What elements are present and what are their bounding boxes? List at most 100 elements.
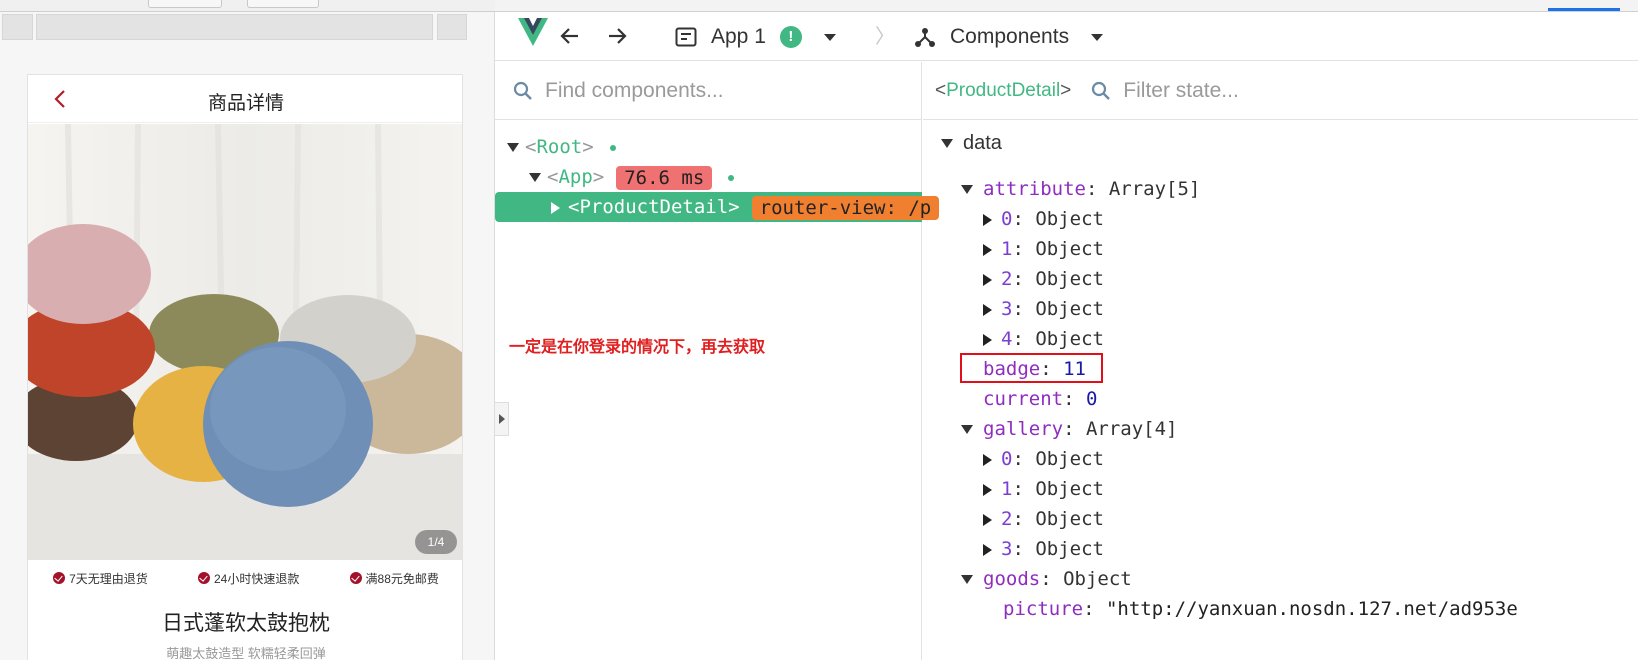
expand-triangle-icon[interactable] xyxy=(529,173,541,182)
product-image-carousel[interactable]: 1/4 xyxy=(28,124,462,560)
components-label: Components xyxy=(950,25,1070,48)
expand-triangle-icon[interactable] xyxy=(961,425,973,434)
mobile-preview-panel: 商品详情 1/4 7天无理由退货 24小时快速退款 满88元免邮费 日式蓬软太鼓… xyxy=(0,0,495,660)
state-row[interactable]: 3: Object xyxy=(983,294,1104,324)
collapsed-triangle-icon[interactable] xyxy=(983,333,992,346)
search-icon xyxy=(513,81,532,100)
phone-screen: 商品详情 1/4 7天无理由退货 24小时快速退款 满88元免邮费 日式蓬软太鼓… xyxy=(27,74,463,660)
device-ruler xyxy=(36,14,433,40)
app-selector[interactable]: App 1 ! xyxy=(675,24,836,50)
tree-node-label: ProductDetail xyxy=(579,196,729,218)
selected-component-breadcrumb: <ProductDetail> xyxy=(935,79,1072,101)
state-row[interactable]: 1: Object xyxy=(983,474,1104,504)
components-selector[interactable]: Components xyxy=(914,24,1104,50)
browser-toolbar-strip xyxy=(0,0,495,12)
collapsed-triangle-icon[interactable] xyxy=(983,273,992,286)
collapsed-triangle-icon[interactable] xyxy=(983,243,992,256)
back-button[interactable] xyxy=(558,24,582,48)
check-circle-icon xyxy=(197,572,210,584)
find-components-bar[interactable]: Find components... xyxy=(495,62,922,120)
render-time-badge: 76.6 ms xyxy=(616,165,713,190)
forward-button[interactable] xyxy=(605,24,629,48)
promise-item: 24小时快速退款 xyxy=(197,570,300,587)
filter-state-input[interactable]: Filter state... xyxy=(1123,79,1239,103)
product-photo xyxy=(28,124,462,560)
state-row[interactable]: 2: Object xyxy=(983,504,1104,534)
highlight-box-badge xyxy=(960,353,1103,383)
promise-label: 7天无理由退货 xyxy=(69,571,148,586)
state-row[interactable]: attribute: Array[5] xyxy=(961,174,1200,204)
state-row[interactable]: 0: Object xyxy=(983,444,1104,474)
inspector-header: <ProductDetail> Filter state... xyxy=(923,62,1638,120)
breadcrumb-separator-icon: 〉 xyxy=(875,26,895,48)
tree-node-label: App xyxy=(558,166,593,188)
collapsed-triangle-icon[interactable] xyxy=(983,543,992,556)
expand-triangle-icon[interactable] xyxy=(507,143,519,152)
status-dot xyxy=(728,174,735,181)
check-circle-icon xyxy=(53,572,66,584)
collapsed-triangle-icon[interactable] xyxy=(983,213,992,226)
search-icon xyxy=(1092,81,1111,100)
devtools-toolbar: App 1 ! 〉 Components xyxy=(495,12,1638,61)
state-row[interactable]: gallery: Array[4] xyxy=(961,414,1177,444)
expand-triangle-icon[interactable] xyxy=(941,139,953,148)
promise-label: 满88元免邮费 xyxy=(365,571,439,586)
collapsed-triangle-icon[interactable] xyxy=(983,483,992,496)
find-components-input[interactable]: Find components... xyxy=(545,79,724,103)
check-circle-icon xyxy=(349,572,362,584)
state-row[interactable]: 2: Object xyxy=(983,264,1104,294)
service-promises: 7天无理由退货 24小时快速退款 满88元免邮费 xyxy=(28,560,462,596)
device-ruler xyxy=(2,14,33,40)
arrow-right-icon xyxy=(609,28,627,44)
state-row[interactable]: 3: Object xyxy=(983,534,1104,564)
tree-node-productdetail[interactable]: <ProductDetail> router-view: /p xyxy=(495,192,940,222)
collapsed-triangle-icon[interactable] xyxy=(983,513,992,526)
toolbar-control[interactable] xyxy=(247,0,319,8)
state-inspector-pane: <ProductDetail> Filter state... data att… xyxy=(923,62,1638,660)
product-name: 日式蓬软太鼓抱枕 xyxy=(162,612,330,635)
component-tree-icon xyxy=(915,28,935,47)
devtools-tab-strip xyxy=(495,0,1638,12)
state-row[interactable]: 4: Object xyxy=(983,324,1104,354)
toolbar-control[interactable] xyxy=(148,0,222,8)
chevron-down-icon xyxy=(823,33,836,41)
app-selector-label: App 1 xyxy=(711,25,766,48)
component-tree: <Root> <App> 76.6 ms <ProductDetail> route… xyxy=(495,132,940,222)
state-row[interactable]: goods: Object xyxy=(961,564,1132,594)
annotation-note: 一定是在你登录的情况下，再去获取 xyxy=(509,339,766,356)
collapsed-triangle-icon[interactable] xyxy=(983,303,992,316)
tree-node-label: Root xyxy=(536,136,583,158)
state-row[interactable]: 0: Object xyxy=(983,204,1104,234)
app-header: 商品详情 xyxy=(28,75,462,123)
component-tree-pane: Find components... <Root> <App> 76.6 ms <… xyxy=(495,62,940,660)
promise-item: 满88元免邮费 xyxy=(349,570,439,587)
page-title: 商品详情 xyxy=(207,93,284,114)
screen: 商品详情 1/4 7天无理由退货 24小时快速退款 满88元免邮费 日式蓬软太鼓… xyxy=(0,0,1638,660)
image-counter: 1/4 xyxy=(415,530,457,554)
window-icon xyxy=(675,27,697,47)
promise-label: 24小时快速退款 xyxy=(213,571,300,586)
tree-node-root[interactable]: <Root> xyxy=(495,132,922,162)
product-description: 萌趣太鼓造型 软糯轻柔回弹 xyxy=(166,646,326,660)
device-ruler xyxy=(437,14,467,40)
section-label: data xyxy=(963,132,1002,154)
collapsed-triangle-icon[interactable] xyxy=(983,453,992,466)
expand-triangle-icon[interactable] xyxy=(961,575,973,584)
expand-triangle-icon[interactable] xyxy=(961,185,973,194)
state-row[interactable]: current: 0 xyxy=(983,384,1097,414)
app-warning-badge: ! xyxy=(779,26,802,48)
arrow-left-icon xyxy=(560,28,578,44)
vue-logo-icon xyxy=(518,18,548,46)
state-section-data[interactable]: data xyxy=(941,128,1002,158)
tree-node-app[interactable]: <App> 76.6 ms xyxy=(495,162,922,192)
router-view-badge: router-view: /p xyxy=(751,195,940,220)
status-dot xyxy=(609,144,616,151)
vue-devtools-panel: App 1 ! 〉 Components Find components... … xyxy=(495,0,1638,660)
promise-item: 7天无理由退货 xyxy=(53,570,148,587)
chevron-down-icon xyxy=(1091,33,1104,41)
collapsed-triangle-icon[interactable] xyxy=(551,201,560,214)
pane-collapse-handle[interactable] xyxy=(495,402,509,436)
state-row[interactable]: picture: "http://yanxuan.nosdn.127.net/a… xyxy=(1003,594,1518,624)
state-row[interactable]: 1: Object xyxy=(983,234,1104,264)
active-tab-indicator xyxy=(1548,8,1620,11)
